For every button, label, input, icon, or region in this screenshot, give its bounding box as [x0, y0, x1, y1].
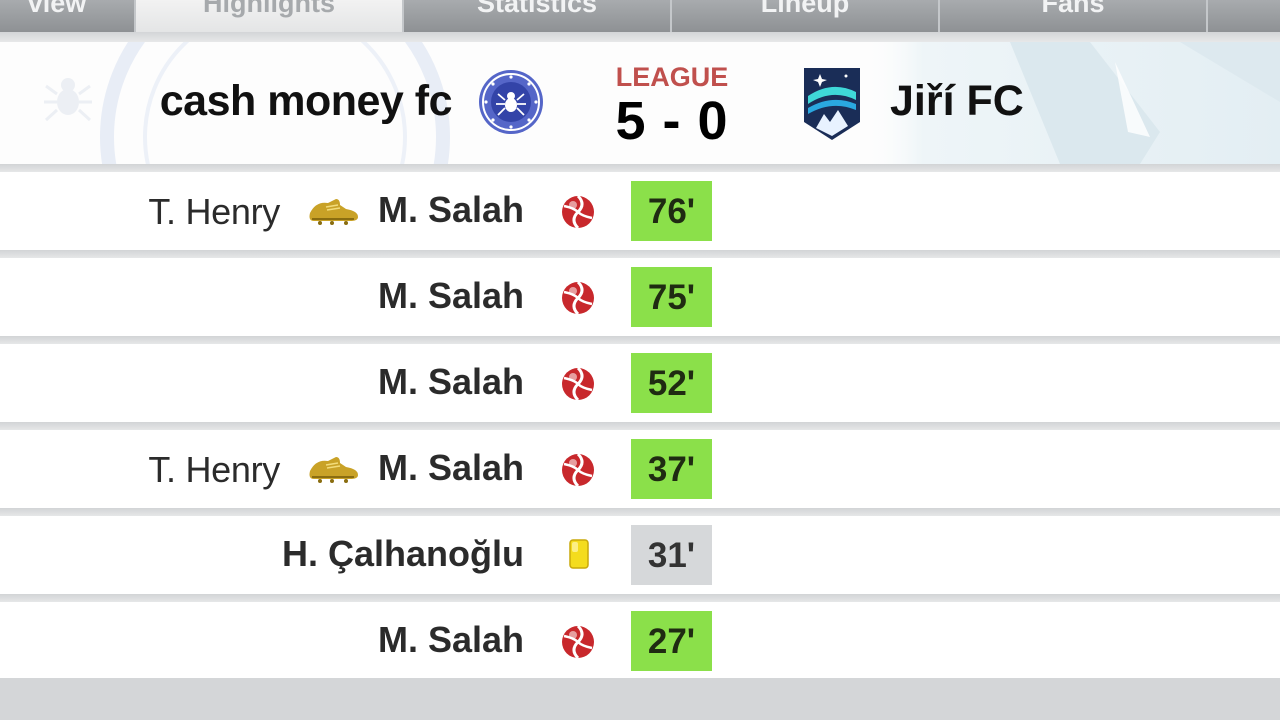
scorer-name: M. Salah: [377, 447, 524, 488]
scorer-name: M. Salah: [377, 189, 524, 230]
match-score: 5 - 0: [615, 91, 729, 151]
tab-fans[interactable]: Fans: [940, 0, 1206, 32]
event-minute-badge: 76': [631, 181, 712, 241]
assist-player-name: T. Henry: [148, 449, 280, 490]
tab-statistics[interactable]: Statistics: [404, 0, 670, 32]
spider-crest-icon: [479, 70, 543, 134]
event-row[interactable]: H. Çalhanoğlu 31': [0, 516, 1280, 594]
event-minute-badge: 52': [631, 353, 712, 413]
event-row[interactable]: T. Henry M. Salah 76': [0, 172, 1280, 250]
list-footer: [0, 678, 1280, 720]
match-header: cash money fc LEAGUE 5 - 0 Jiří FC: [0, 42, 1280, 164]
goal-ball-icon: [562, 366, 594, 402]
event-row[interactable]: M. Salah 75': [0, 258, 1280, 336]
tab-lineup[interactable]: Lineup: [672, 0, 938, 32]
scorer-name: M. Salah: [377, 361, 524, 402]
scorer-name: M. Salah: [377, 619, 524, 660]
event-row[interactable]: M. Salah 27': [0, 602, 1280, 680]
goal-ball-icon: [562, 194, 594, 230]
goal-ball-icon: [562, 452, 594, 488]
tab-highlights[interactable]: Highlights: [136, 0, 402, 32]
event-minute-badge: 75': [631, 267, 712, 327]
event-minute-badge: 31': [631, 525, 712, 585]
goal-ball-icon: [562, 280, 594, 316]
event-row[interactable]: T. Henry M. Salah 37': [0, 430, 1280, 508]
highlights-list: T. Henry M. Salah 76' M. Salah 75' M. Sa: [0, 164, 1280, 680]
assist-boot-icon: [309, 199, 358, 225]
yellow-card-icon: [569, 539, 589, 569]
tab-divider: [0, 32, 1280, 42]
goal-ball-icon: [562, 624, 594, 660]
event-minute-badge: 37': [631, 439, 712, 499]
assist-boot-icon: [309, 457, 358, 483]
aurora-shield-crest-icon: [804, 68, 860, 140]
scorer-name: M. Salah: [377, 275, 524, 316]
event-row[interactable]: M. Salah 52': [0, 344, 1280, 422]
assist-player-name: T. Henry: [148, 191, 280, 232]
tab-bar: view Highlights Statistics Lineup Fans: [0, 0, 1280, 32]
away-team-name: Jiří FC: [890, 77, 1024, 125]
competition-label: LEAGUE: [615, 62, 729, 92]
tab-more[interactable]: [1208, 0, 1280, 32]
booked-player-name: H. Çalhanoğlu: [282, 533, 524, 574]
home-team-name: cash money fc: [159, 77, 453, 125]
event-minute-badge: 27': [631, 611, 712, 671]
tab-overview[interactable]: view: [0, 0, 134, 32]
